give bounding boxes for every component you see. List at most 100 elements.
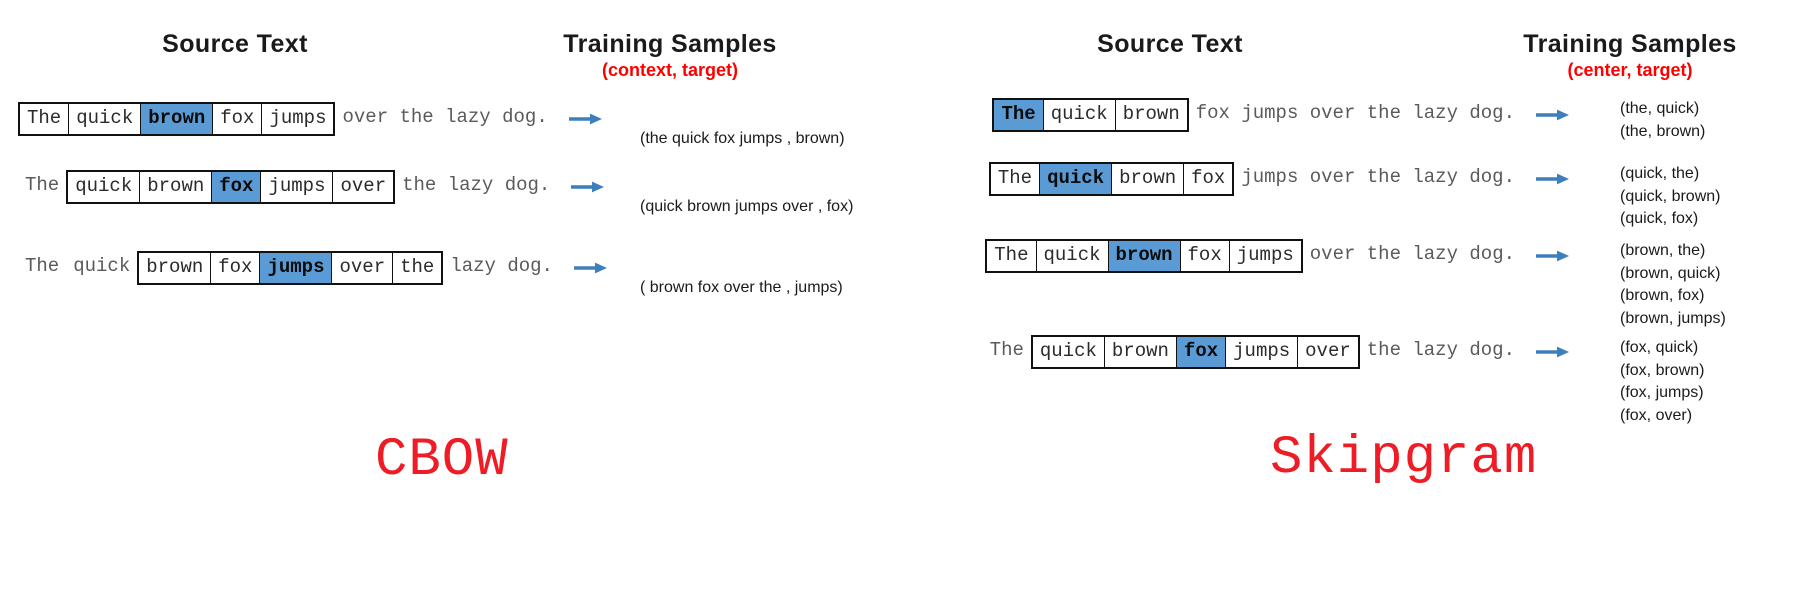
word-cell: quick	[68, 171, 141, 203]
highlighted-word-cell: jumps	[260, 252, 333, 284]
word-token: The	[25, 255, 60, 277]
context-window-box: brown fox jumps over the	[137, 250, 444, 286]
highlighted-word-cell: brown	[141, 103, 214, 135]
word-cell: quick	[69, 103, 142, 135]
cbow-caption: CBOW	[375, 430, 509, 491]
sentence-tail: lazy dog.	[443, 249, 560, 287]
context-window-box: quick brown fox jumps over	[66, 169, 396, 205]
word-cell: jumps	[1236, 243, 1294, 266]
word-token: fox jumps over the lazy dog.	[1195, 102, 1515, 124]
word-token: over the lazy dog.	[342, 106, 548, 128]
skipgram-training-samples-header: Training Samples	[1523, 30, 1737, 58]
training-sample: (brown, quick)	[1620, 264, 1721, 282]
sentence-tail: fox jumps over the lazy dog.	[1189, 96, 1522, 134]
word-token: quick	[73, 255, 131, 277]
right-arrow-icon	[568, 111, 603, 127]
highlighted-word-cell: fox	[212, 171, 262, 203]
training-sample: (fox, quick)	[1620, 339, 1699, 356]
training-sample: (quick, brown)	[1620, 187, 1721, 205]
word-cell: quick	[1033, 336, 1105, 368]
word-token: the lazy dog.	[1366, 339, 1515, 361]
training-sample: (quick, the)	[1620, 165, 1700, 182]
highlighted-word-cell: fox	[1176, 336, 1227, 368]
sentence-lead: The	[983, 333, 1031, 371]
training-sample: (brown, the)	[1620, 242, 1706, 259]
cbow-training-sample-list: (quick brown jumps over , fox)	[640, 196, 853, 219]
sentence-tail: the lazy dog.	[1360, 333, 1522, 371]
cbow-training-sample-list: (the quick fox jumps , brown)	[640, 128, 845, 151]
word-token: lazy dog.	[450, 255, 553, 277]
highlighted-word-cell: quick	[1040, 163, 1113, 195]
context-window-box: The quick brown	[992, 97, 1189, 133]
cbow-training-sample-list: ( brown fox over the , jumps)	[640, 277, 843, 300]
right-arrow-icon	[1536, 248, 1570, 264]
word-cell: brown	[139, 252, 212, 284]
word-cell: jumps	[261, 171, 334, 203]
right-arrow-icon	[573, 260, 608, 276]
training-sample: (fox, brown)	[1620, 361, 1705, 379]
skipgram-sentence-row: The quick brown fox jumps over the lazy dog…	[992, 96, 1580, 134]
word-cell: brown	[1112, 163, 1185, 195]
skipgram-training-sample-list: (quick, the) (quick, brown) (quick, fox)	[1620, 163, 1720, 231]
right-arrow-icon	[1536, 107, 1570, 123]
word-cell: fox	[213, 103, 263, 135]
word-cell: over	[1305, 339, 1351, 362]
skipgram-training-sample-list: (the, quick) (the, brown)	[1620, 98, 1705, 143]
word-cell: The	[991, 163, 1041, 195]
word-token: The	[25, 174, 60, 196]
word-cell: quick	[1037, 240, 1109, 272]
skipgram-sentence-row: The quick brown fox jumps over the lazy dog.	[988, 160, 1580, 198]
training-sample: ( brown fox over the , jumps)	[640, 279, 843, 296]
training-sample: (the, quick)	[1620, 100, 1700, 117]
training-sample: (the quick fox jumps , brown)	[640, 130, 845, 147]
skipgram-training-samples-subheader: (center, target)	[1567, 60, 1693, 80]
cbow-sentence-row: The quick brown fox jumps over the lazy dog.	[18, 168, 615, 206]
context-window-box: quick brown fox jumps over	[1030, 334, 1360, 370]
right-arrow-icon	[571, 179, 605, 195]
word-cell: over	[340, 174, 387, 197]
cbow-sentence-row: The quick brown fox jumps over the lazy dog.	[18, 249, 618, 287]
cbow-sentence-row: The quick brown fox jumps over the lazy dog.	[18, 100, 613, 138]
cbow-training-samples-subheader: (context, target)	[601, 60, 738, 80]
skipgram-training-sample-list: (brown, the) (brown, quick) (brown, fox) (b…	[1620, 240, 1726, 331]
word-cell: jumps	[1226, 336, 1299, 368]
training-sample: (quick brown jumps over , fox)	[640, 198, 854, 215]
cbow-panel: Source Text Training Samples (context, t…	[0, 0, 900, 596]
context-window-box: The quick brown fox	[988, 161, 1235, 197]
word-cell: fox	[211, 252, 261, 284]
training-sample: (quick, fox)	[1620, 210, 1699, 228]
sentence-lead: The quick	[18, 249, 137, 287]
sentence-tail: over the lazy dog.	[335, 100, 554, 138]
training-sample: (fox, over)	[1620, 407, 1693, 425]
sentence-tail: jumps over the lazy dog.	[1234, 160, 1522, 198]
word-cell: brown	[1105, 336, 1177, 368]
word-cell: The	[987, 240, 1037, 272]
sentence-lead: The	[18, 168, 66, 206]
word-token: jumps over the lazy dog.	[1241, 166, 1515, 188]
word-cell: The	[20, 103, 70, 135]
context-window-box: The quick brown fox jumps	[18, 101, 336, 137]
word-token: The	[989, 339, 1024, 361]
right-arrow-icon	[1536, 344, 1570, 360]
word-cell: quick	[1044, 99, 1116, 131]
sentence-tail: the lazy dog.	[395, 168, 557, 206]
word-token: over the lazy dog.	[1309, 243, 1515, 265]
word-cell: brown	[1122, 102, 1180, 125]
skipgram-panel: Source Text Training Samples (center, ta…	[880, 0, 1820, 596]
cbow-training-samples-header: Training Samples	[563, 30, 777, 58]
skipgram-sentence-row: The quick brown fox jumps over the lazy dog.	[983, 333, 1580, 371]
training-sample: (the, brown)	[1620, 122, 1706, 140]
training-sample: (fox, jumps)	[1620, 384, 1704, 402]
word-cell: the	[400, 255, 435, 278]
sentence-tail: over the lazy dog.	[1303, 237, 1522, 275]
training-sample: (brown, jumps)	[1620, 310, 1726, 328]
word-cell: fox	[1191, 166, 1226, 189]
word-token: the lazy dog.	[402, 174, 551, 196]
context-window-box: The quick brown fox jumps	[985, 238, 1303, 274]
cbow-source-text-header: Source Text	[162, 30, 308, 58]
highlighted-word-cell: brown	[1108, 240, 1181, 272]
skipgram-caption: Skipgram	[1270, 428, 1538, 489]
word-cell: jumps	[269, 106, 327, 129]
skipgram-training-sample-list: (fox, quick) (fox, brown) (fox, jumps) (fox…	[1620, 337, 1704, 428]
training-sample: (brown, fox)	[1620, 287, 1705, 305]
